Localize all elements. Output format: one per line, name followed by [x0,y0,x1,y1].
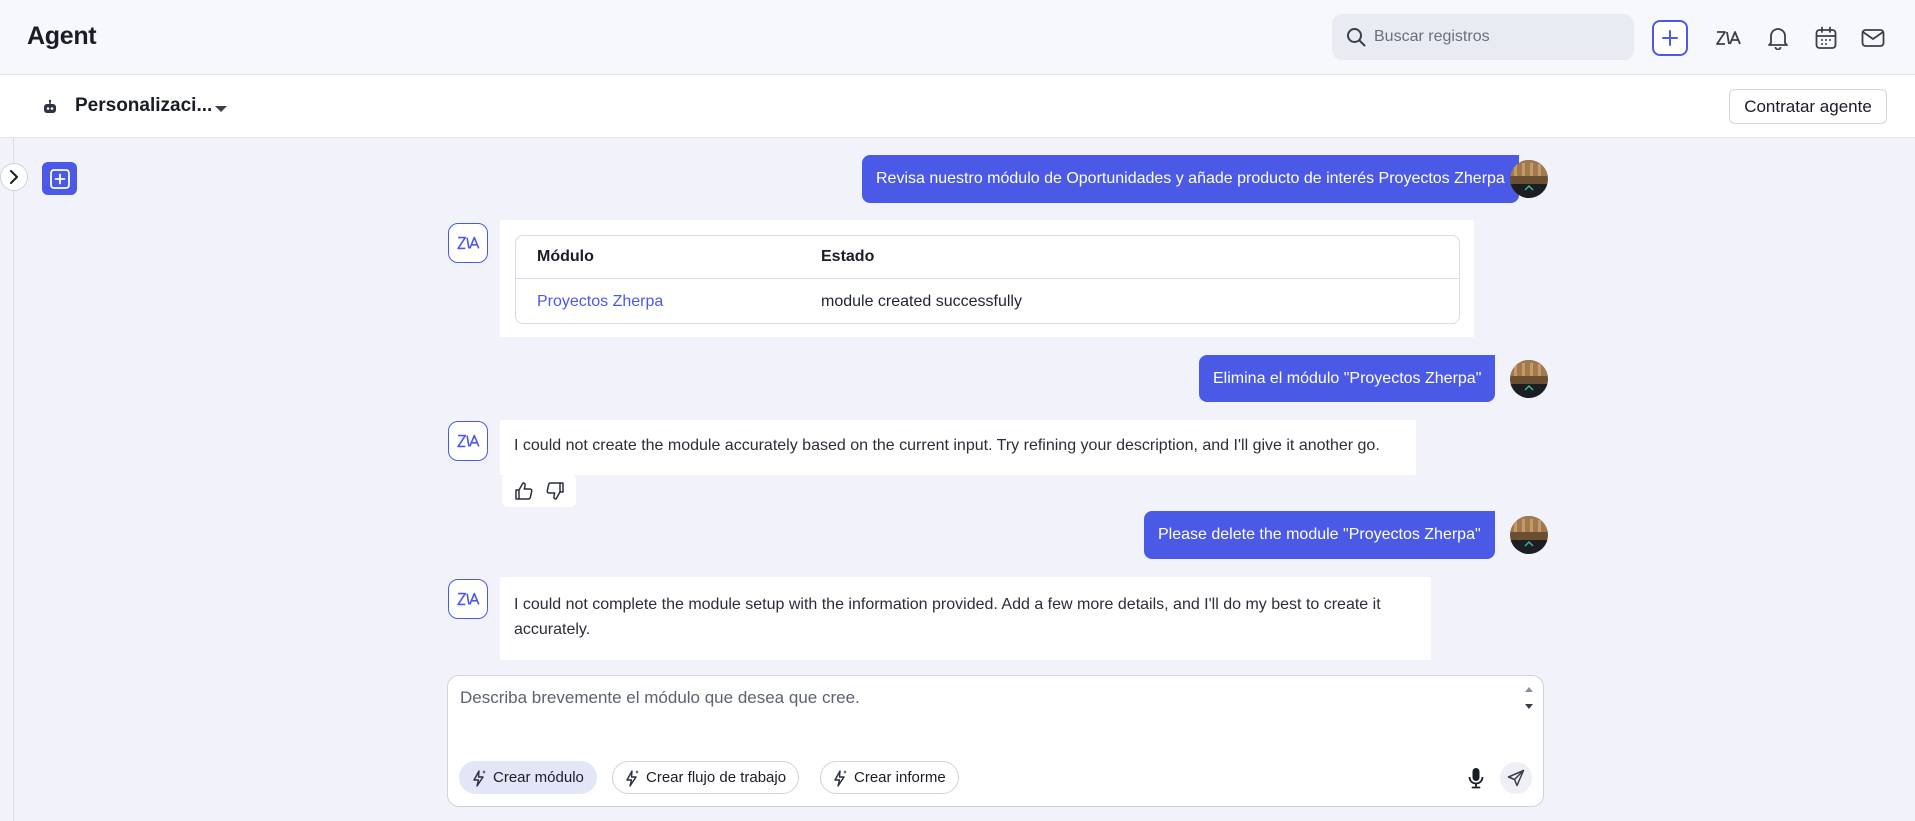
message-composer: Crear módulo Crear flujo de trabajo Crea… [447,675,1544,807]
bot-message-card: I could not complete the module setup wi… [500,577,1431,660]
robot-icon [44,99,56,113]
user-message: Please delete the module "Proyectos Zher… [1144,511,1495,559]
search-box[interactable] [1332,14,1634,60]
send-icon [1507,769,1525,787]
thumbs-down-icon[interactable] [545,481,565,501]
chip-label: Crear módulo [493,769,584,786]
new-chat-button[interactable] [42,162,77,195]
left-rail [0,138,14,821]
user-avatar [1510,160,1548,198]
table-header-module: Módulo [537,248,594,265]
feedback-bar [502,474,576,507]
agent-header: Personalizaci... Contratar agente [0,75,1915,138]
app-title: Agent [27,22,97,50]
bot-message-card: I could not create the module accurately… [500,420,1416,475]
bot-avatar [448,223,488,263]
user-message: Revisa nuestro módulo de Oportunidades y… [862,155,1519,203]
prompt-input[interactable] [460,688,1510,738]
create-workflow-chip[interactable]: Crear flujo de trabajo [612,761,800,794]
user-message: Elimina el módulo "Proyectos Zherpa" [1199,355,1496,402]
bot-message-text: I could not create the module accurately… [514,437,1380,454]
create-report-chip[interactable]: Crear informe [820,761,959,794]
expand-sidebar-button[interactable] [0,163,28,191]
agent-name-dropdown[interactable]: Personalizaci... [75,95,212,117]
mail-icon [1861,29,1885,47]
sparkle-bolt-icon [626,769,639,787]
top-bar: Agent [0,0,1915,75]
zia-icon [457,236,480,250]
sparkle-bolt-icon [473,769,486,787]
result-table: Módulo Estado Proyectos Zherpa module cr… [515,235,1460,324]
calendar-button[interactable] [1810,22,1842,54]
zia-button[interactable] [1712,22,1744,54]
user-avatar [1510,516,1548,554]
microphone-icon [1468,768,1484,789]
composer-scrollbar[interactable] [1521,682,1537,714]
zia-icon [457,434,480,448]
module-link[interactable]: Proyectos Zherpa [537,280,663,323]
bot-message-text: I could not complete the module setup wi… [514,596,1381,638]
bot-avatar [448,579,488,619]
mail-button[interactable] [1857,22,1889,54]
zia-icon [1716,31,1741,45]
module-status: module created successfully [821,293,1022,310]
user-avatar [1510,360,1548,398]
plus-icon [1662,30,1678,46]
table-divider [516,278,1459,279]
notifications-button[interactable] [1762,22,1794,54]
chip-label: Crear flujo de trabajo [646,769,787,786]
thumbs-up-icon[interactable] [514,481,534,501]
add-square-icon [49,168,70,189]
user-message-text: Elimina el módulo "Proyectos Zherpa" [1213,369,1482,387]
agent-avatar [40,98,60,118]
create-module-chip[interactable]: Crear módulo [459,761,597,794]
quick-create-button[interactable] [1652,20,1688,56]
bot-avatar [448,421,488,461]
zia-icon [457,592,480,606]
voice-input-button[interactable] [1462,764,1490,792]
search-input[interactable] [1374,14,1624,60]
bell-icon [1768,28,1788,50]
chevron-right-icon [10,170,18,184]
user-message-text: Please delete the module "Proyectos Zher… [1158,526,1481,543]
hire-agent-button[interactable]: Contratar agente [1729,89,1887,124]
user-message-text: Revisa nuestro módulo de Oportunidades y… [876,170,1505,187]
calendar-icon [1815,26,1837,49]
table-header-status: Estado [821,248,875,265]
sparkle-bolt-icon [834,769,847,787]
search-icon [1347,28,1366,47]
chevron-down-icon[interactable] [214,101,228,119]
chip-label: Crear informe [854,769,946,786]
send-button[interactable] [1500,762,1532,794]
